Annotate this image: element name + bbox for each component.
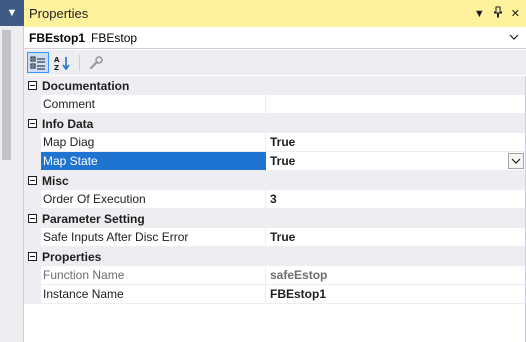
property-name: Instance Name (41, 285, 266, 304)
category-properties[interactable]: Properties (24, 247, 526, 266)
wrench-icon (89, 55, 103, 69)
category-label: Info Data (42, 116, 94, 131)
category-parameter-setting[interactable]: Parameter Setting (24, 209, 526, 228)
chevron-down-icon (511, 158, 521, 164)
property-name: Safe Inputs After Disc Error (41, 228, 266, 247)
property-row-function-name[interactable]: Function Name safeEstop (24, 266, 526, 285)
category-misc[interactable]: Misc (24, 171, 526, 190)
categorized-icon (30, 56, 45, 69)
window-position-dropdown-icon[interactable]: ▼ (474, 8, 485, 20)
svg-text:Z: Z (54, 64, 59, 71)
panel-title-bar: Properties ▼ ✕ (24, 0, 526, 27)
property-row-order-of-execution[interactable]: Order Of Execution 3 (24, 190, 526, 209)
panel-title: Properties (29, 6, 89, 21)
category-label: Properties (42, 249, 102, 264)
property-grid: Documentation Comment Info Data Map Diag… (24, 76, 526, 304)
grid-empty-area (24, 305, 526, 342)
property-value: safeEstop (266, 266, 526, 285)
svg-text:A: A (54, 56, 60, 64)
category-documentation[interactable]: Documentation (24, 76, 526, 95)
property-value[interactable]: FBEstop1 (266, 285, 526, 304)
alphabetical-icon: A Z (54, 56, 70, 71)
properties-panel: Properties ▼ ✕ FBEstop1 FBEstop A Z Docu… (24, 0, 526, 342)
collapse-icon[interactable] (24, 209, 41, 228)
property-value[interactable]: True (266, 228, 526, 247)
property-value[interactable]: 3 (266, 190, 526, 209)
close-icon[interactable]: ✕ (511, 7, 520, 20)
property-value[interactable] (266, 95, 526, 114)
property-name: Map State (41, 152, 266, 171)
collapse-icon[interactable] (24, 76, 41, 95)
category-info-data[interactable]: Info Data (24, 114, 526, 133)
property-row-map-state[interactable]: Map State True (24, 152, 526, 171)
collapse-icon[interactable] (24, 247, 41, 266)
property-pages-button[interactable] (85, 52, 107, 73)
scrollbar-thumb[interactable] (2, 30, 11, 160)
category-label: Documentation (42, 78, 130, 93)
alphabetical-button[interactable]: A Z (52, 52, 74, 73)
properties-toolbar: A Z (24, 50, 526, 75)
property-name: Order Of Execution (41, 190, 266, 209)
dock-menu-button[interactable]: ▼ (0, 0, 24, 26)
pin-icon[interactable] (493, 6, 503, 21)
collapse-icon[interactable] (24, 171, 41, 190)
selected-object-name: FBEstop1 (29, 30, 86, 45)
property-name: Map Diag (41, 133, 266, 152)
category-label: Parameter Setting (42, 211, 145, 226)
chevron-down-icon[interactable] (508, 31, 520, 43)
toolbar-separator (79, 54, 80, 71)
selected-object-type: FBEstop (91, 30, 138, 45)
property-value-text: True (270, 154, 296, 168)
property-value[interactable]: True (266, 133, 526, 152)
value-dropdown-button[interactable] (508, 153, 524, 169)
property-value[interactable]: True (266, 152, 526, 171)
category-label: Misc (42, 173, 69, 188)
property-name: Comment (41, 95, 266, 114)
property-row-comment[interactable]: Comment (24, 95, 526, 114)
property-row-instance-name[interactable]: Instance Name FBEstop1 (24, 285, 526, 304)
property-row-safe-inputs-after-disc-error[interactable]: Safe Inputs After Disc Error True (24, 228, 526, 247)
collapse-icon[interactable] (24, 114, 41, 133)
property-name: Function Name (41, 266, 266, 285)
object-selector[interactable]: FBEstop1 FBEstop (24, 27, 526, 49)
left-dock-strip: ▼ (0, 0, 24, 342)
categorized-button[interactable] (27, 52, 49, 73)
property-row-map-diag[interactable]: Map Diag True (24, 133, 526, 152)
